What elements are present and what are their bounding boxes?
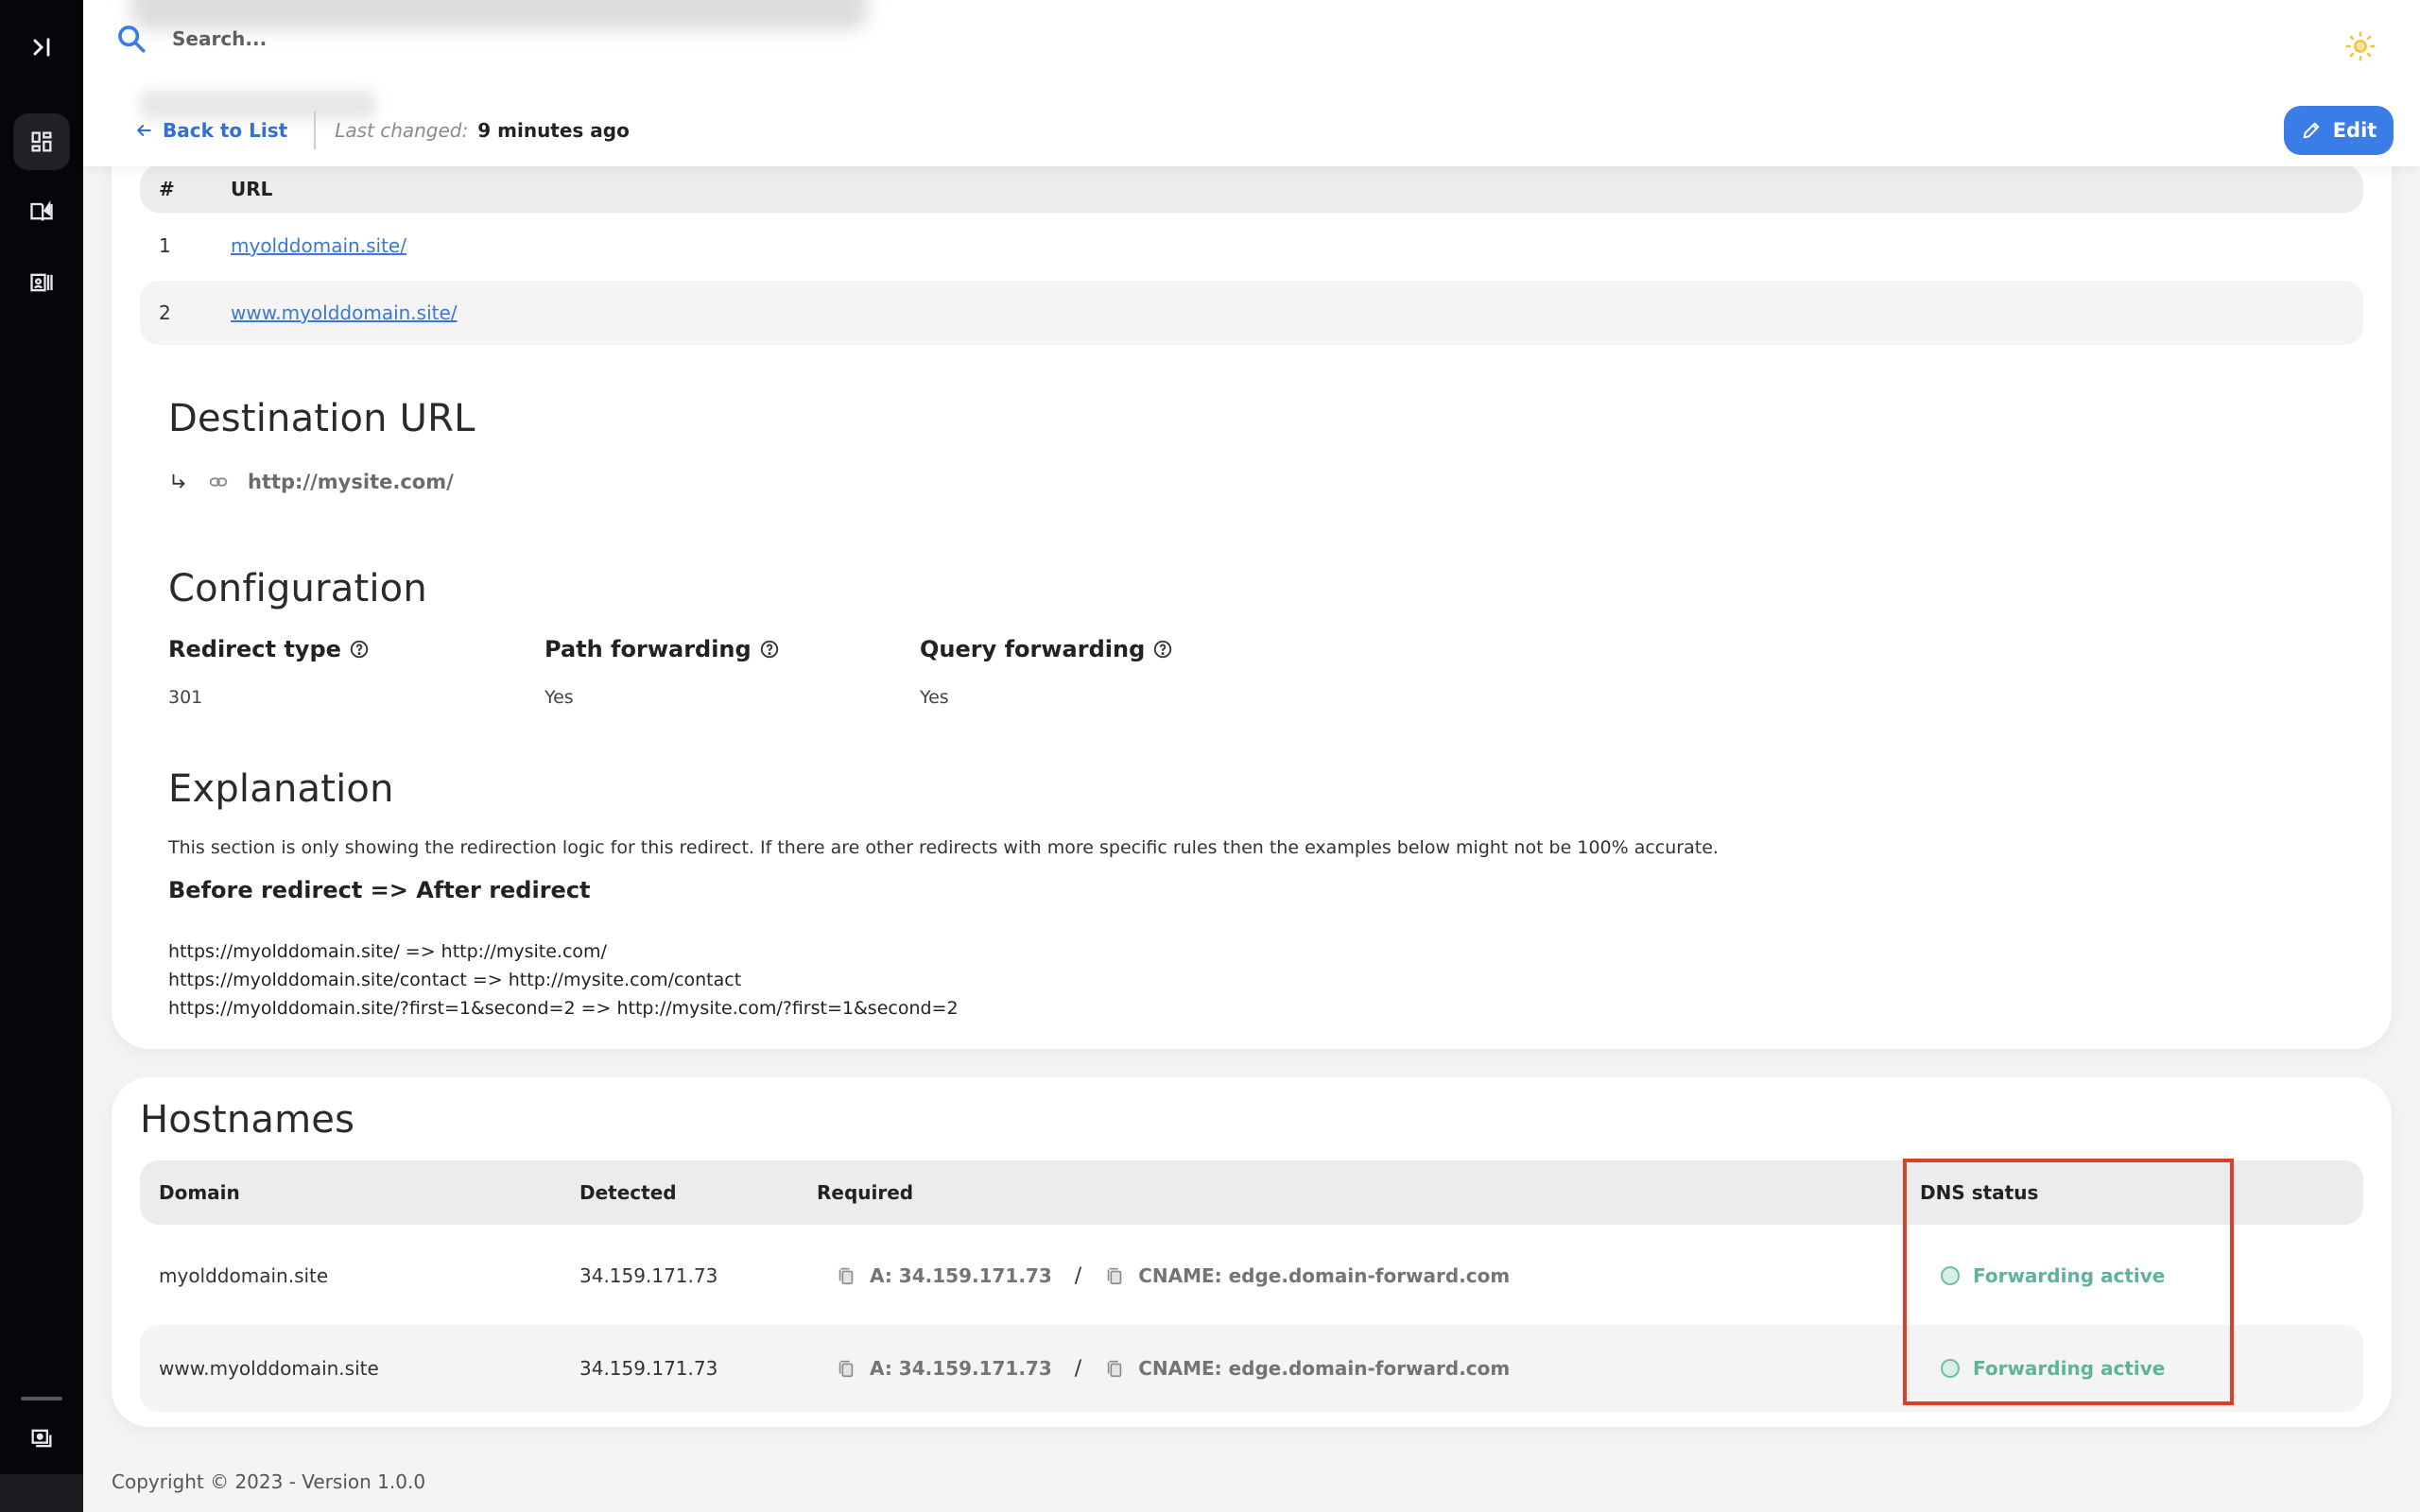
query-forwarding-value: Yes bbox=[920, 687, 949, 708]
search-input[interactable] bbox=[172, 27, 739, 50]
query-forwarding-label: Query forwarding bbox=[920, 636, 1173, 662]
help-icon[interactable] bbox=[349, 639, 370, 660]
dashboard-icon bbox=[31, 131, 52, 152]
sidebar-divider bbox=[21, 1397, 62, 1400]
divider bbox=[314, 112, 317, 149]
dns-status-text: Forwarding active bbox=[1973, 1357, 2166, 1380]
path-forwarding-label: Path forwarding bbox=[544, 636, 780, 662]
dns-status-text: Forwarding active bbox=[1973, 1264, 2166, 1287]
detected-cell: 34.159.171.73 bbox=[579, 1264, 718, 1287]
domain-cell: www.myolddomain.site bbox=[159, 1357, 379, 1380]
help-icon[interactable] bbox=[1152, 639, 1173, 660]
copy-icon[interactable] bbox=[1104, 1265, 1125, 1286]
table-row: 1 myolddomain.site/ bbox=[140, 215, 2363, 276]
query-forwarding-label-text: Query forwarding bbox=[920, 636, 1146, 662]
redirect-example: https://myolddomain.site/?first=1&second… bbox=[168, 998, 959, 1019]
required-cell: A: 34.159.171.73 / CNAME: edge.domain-fo… bbox=[836, 1234, 1510, 1317]
table-row: myolddomain.site 34.159.171.73 A: 34.159… bbox=[140, 1234, 2363, 1317]
table-header: # URL bbox=[140, 165, 2363, 213]
column-header-url: URL bbox=[231, 178, 273, 200]
table-row: 2 www.myolddomain.site/ bbox=[140, 281, 2363, 345]
column-header-dns-status: DNS status bbox=[1920, 1181, 2039, 1204]
last-changed-label: Last changed: bbox=[335, 119, 469, 142]
last-changed-value: 9 minutes ago bbox=[477, 119, 630, 142]
hostnames-heading: Hostnames bbox=[140, 1098, 355, 1142]
status-indicator-icon bbox=[1941, 1266, 1960, 1285]
sidebar-item-dashboard[interactable] bbox=[13, 113, 70, 170]
search-icon bbox=[118, 26, 146, 53]
theme-toggle-sun-icon[interactable] bbox=[2344, 30, 2377, 62]
dns-status: Forwarding active bbox=[1941, 1234, 2165, 1317]
required-cname-record: CNAME: edge.domain-forward.com bbox=[1138, 1264, 1511, 1287]
redirect-example: https://myolddomain.site/ => http://mysi… bbox=[168, 941, 607, 962]
row-index: 1 bbox=[159, 234, 171, 257]
redirect-details-card: # URL 1 myolddomain.site/ 2 www.myolddom… bbox=[112, 85, 2392, 1049]
back-to-list-label: Back to List bbox=[163, 119, 288, 142]
redirect-type-value: 301 bbox=[168, 687, 203, 708]
arrow-left-icon bbox=[136, 125, 151, 136]
footer-copyright: Copyright © 2023 - Version 1.0.0 bbox=[112, 1470, 426, 1493]
sidebar-item-contacts[interactable] bbox=[13, 254, 70, 311]
table-row: www.myolddomain.site 34.159.171.73 A: 34… bbox=[140, 1325, 2363, 1412]
destination-url-heading: Destination URL bbox=[168, 397, 475, 440]
arrow-return-icon bbox=[172, 473, 185, 489]
source-url-link[interactable]: myolddomain.site/ bbox=[231, 215, 406, 276]
explanation-heading: Explanation bbox=[168, 767, 394, 811]
top-header: Back to List Last changed: 9 minutes ago… bbox=[83, 0, 2420, 166]
pencil-icon bbox=[2303, 122, 2320, 139]
contact-card-icon bbox=[30, 273, 53, 292]
explanation-text: This section is only showing the redirec… bbox=[168, 837, 1719, 858]
media-icon bbox=[31, 1429, 52, 1448]
book-icon bbox=[30, 200, 53, 221]
redirect-type-label: Redirect type bbox=[168, 636, 370, 662]
sidebar bbox=[0, 0, 83, 1512]
column-header-index: # bbox=[159, 178, 175, 200]
dns-status: Forwarding active bbox=[1941, 1325, 2165, 1412]
destination-url-value[interactable]: http://mysite.com/ bbox=[248, 471, 454, 493]
source-url-link[interactable]: www.myolddomain.site/ bbox=[231, 281, 458, 345]
separator: / bbox=[1074, 1356, 1082, 1381]
column-header-detected: Detected bbox=[579, 1181, 677, 1204]
link-icon bbox=[209, 477, 228, 487]
back-row: Back to List Last changed: 9 minutes ago bbox=[134, 110, 630, 151]
configuration-heading: Configuration bbox=[168, 567, 427, 610]
detected-cell: 34.159.171.73 bbox=[579, 1357, 718, 1380]
expand-sidebar-button[interactable] bbox=[13, 19, 70, 76]
redirect-examples: https://myolddomain.site/ => http://mysi… bbox=[168, 937, 959, 1022]
domain-cell: myolddomain.site bbox=[159, 1264, 329, 1287]
sidebar-item-docs[interactable] bbox=[13, 182, 70, 239]
edit-label: Edit bbox=[2332, 119, 2377, 142]
required-cname-record: CNAME: edge.domain-forward.com bbox=[1138, 1357, 1511, 1380]
required-a-record: A: 34.159.171.73 bbox=[870, 1264, 1052, 1287]
column-header-required: Required bbox=[817, 1181, 914, 1204]
column-header-domain: Domain bbox=[159, 1181, 240, 1204]
expand-icon bbox=[33, 38, 50, 57]
copy-icon[interactable] bbox=[1104, 1358, 1125, 1379]
path-forwarding-label-text: Path forwarding bbox=[544, 636, 752, 662]
sidebar-footer bbox=[0, 1474, 83, 1512]
hostnames-card: Hostnames Domain Detected Required DNS s… bbox=[112, 1077, 2392, 1427]
sidebar-item-media[interactable] bbox=[13, 1410, 70, 1467]
redirect-example: https://myolddomain.site/contact => http… bbox=[168, 970, 742, 990]
table-header: Domain Detected Required DNS status bbox=[140, 1160, 2363, 1225]
path-forwarding-value: Yes bbox=[544, 687, 574, 708]
required-cell: A: 34.159.171.73 / CNAME: edge.domain-fo… bbox=[836, 1325, 1510, 1412]
before-after-heading: Before redirect => After redirect bbox=[168, 877, 591, 903]
back-to-list-link[interactable]: Back to List bbox=[134, 119, 287, 142]
status-indicator-icon bbox=[1941, 1359, 1960, 1378]
row-index: 2 bbox=[159, 301, 171, 324]
edit-button[interactable]: Edit bbox=[2284, 106, 2394, 155]
copy-icon[interactable] bbox=[836, 1265, 856, 1286]
search-bar bbox=[115, 23, 739, 55]
separator: / bbox=[1074, 1263, 1082, 1288]
main-content: Back to List Last changed: 9 minutes ago… bbox=[83, 0, 2420, 1512]
required-a-record: A: 34.159.171.73 bbox=[870, 1357, 1052, 1380]
copy-icon[interactable] bbox=[836, 1358, 856, 1379]
help-icon[interactable] bbox=[759, 639, 780, 660]
redirect-type-label-text: Redirect type bbox=[168, 636, 341, 662]
destination-url: http://mysite.com/ bbox=[168, 471, 454, 493]
